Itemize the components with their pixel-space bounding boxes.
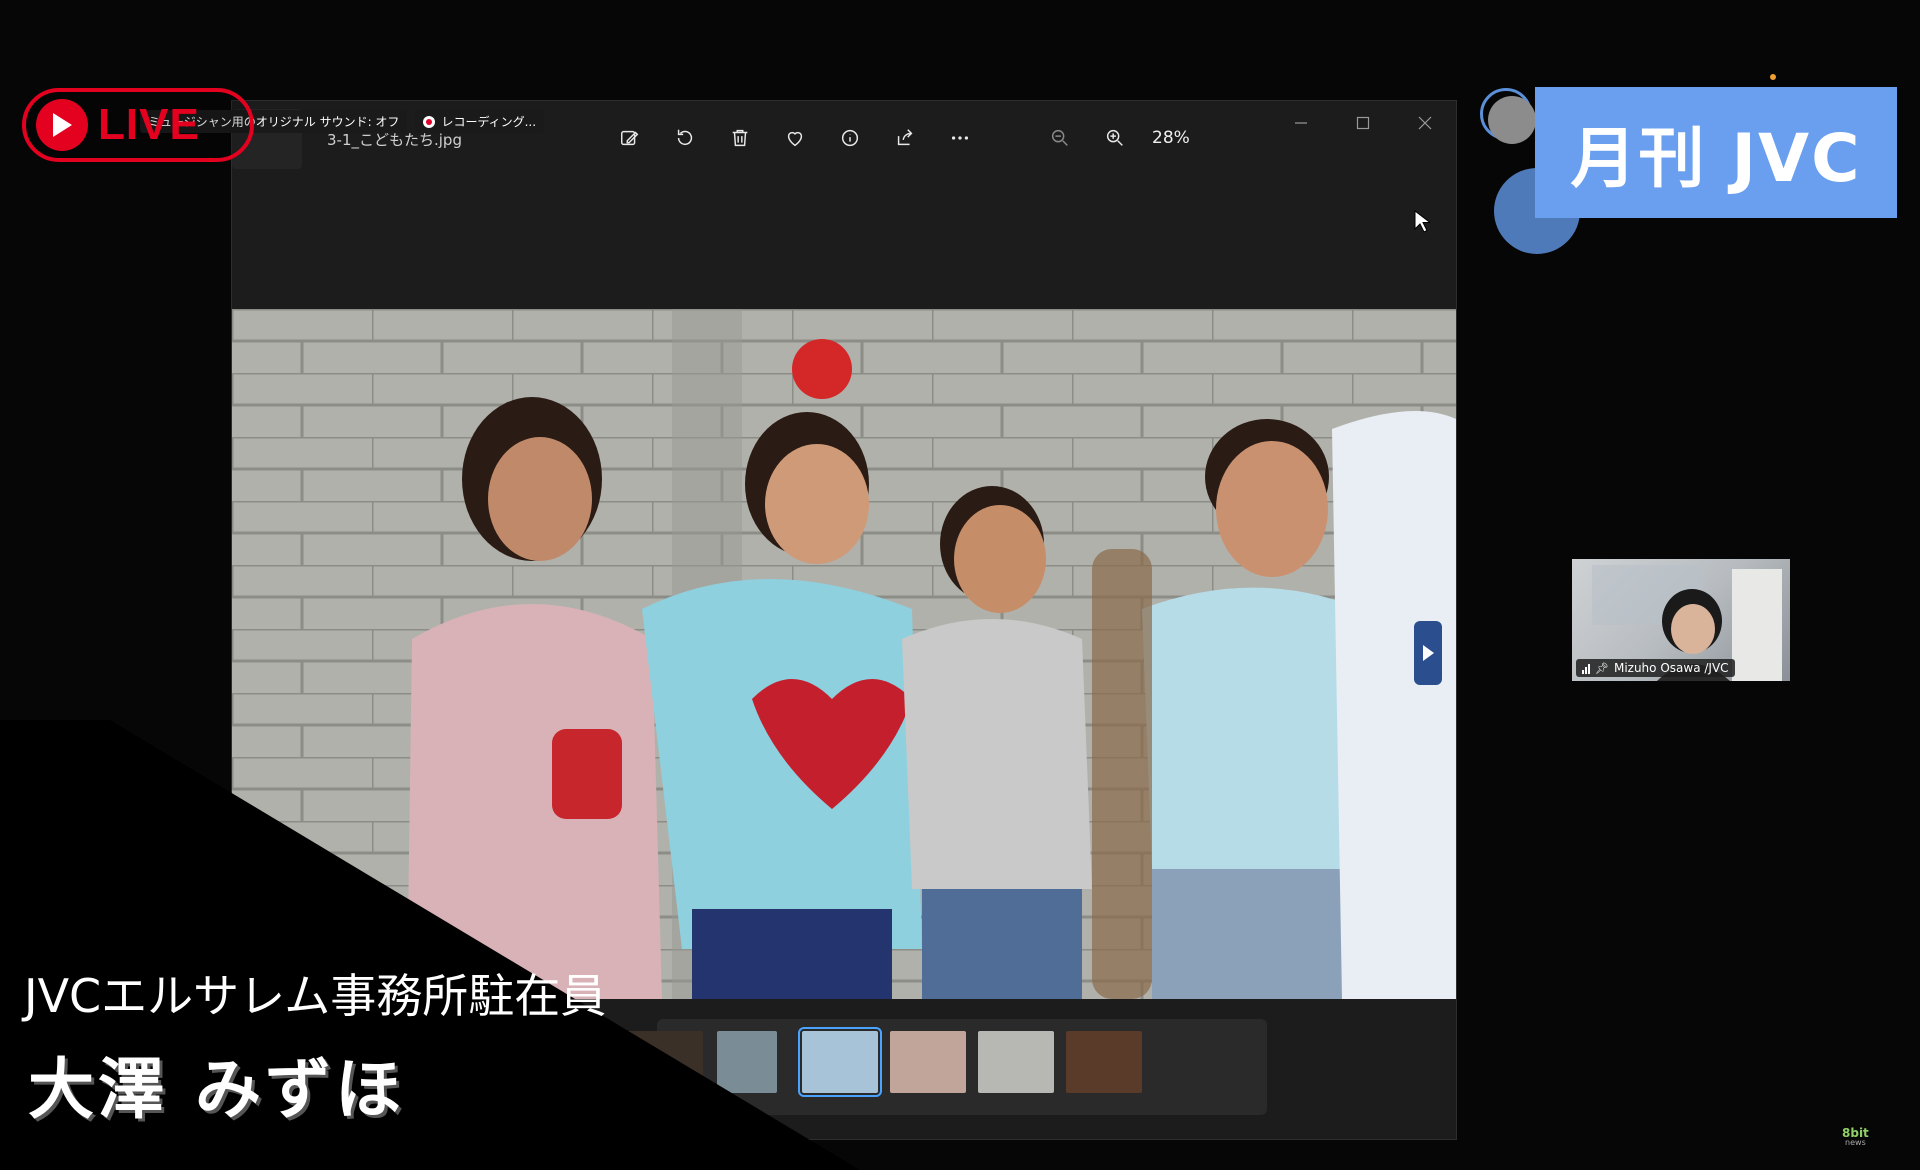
zoom-out-button[interactable] [1032,121,1087,155]
next-photo-button[interactable] [1414,621,1442,685]
edit-image-button[interactable] [602,121,657,155]
rotate-button[interactable] [657,121,712,155]
zoom-in-button[interactable] [1087,121,1142,155]
viewer-tools [602,121,987,155]
live-play-icon [36,99,88,151]
record-icon [423,115,436,128]
participant-video-tile[interactable]: 📌︎ Mizuho Osawa /JVC [1572,559,1790,681]
thumbnail-3[interactable] [717,1031,777,1093]
zoom-level: 28% [1152,128,1190,148]
edit-image-icon [620,130,638,146]
thumbnail-2[interactable] [627,1031,703,1093]
recording-label: レコーディング... [441,115,537,129]
news-watermark: 8bit news [1842,1126,1869,1148]
favorite-button[interactable] [767,121,822,155]
thumbnail-5[interactable] [890,1031,966,1093]
rotate-icon [677,129,692,146]
speaker-role: JVCエルサレム事務所駐在員 [24,969,607,1023]
thumbnail-1[interactable] [537,1031,613,1093]
more-icon [951,136,968,140]
monthly-jvc-banner: 月刊 JVC [1535,87,1897,218]
info-icon [841,129,858,147]
info-button[interactable] [822,121,877,155]
zoom-controls: 28% [1032,121,1190,155]
close-button[interactable] [1394,101,1456,145]
close-icon [1418,116,1432,130]
delete-button[interactable] [712,121,767,155]
stream-frame: 3-1_こどもたち.jpg 28% ミュージシャン用のオリジナル サウンド: オ… [0,0,1920,1170]
thumbnail-4[interactable] [798,1027,882,1097]
signal-strength-icon [1582,663,1590,674]
live-badge: LIVE [22,88,254,162]
decor-bubble-2 [1488,96,1536,144]
zoom-in-icon [1106,129,1123,146]
mouse-cursor-icon [1414,210,1430,233]
children-photo-image [232,309,1456,999]
minimize-icon [1295,122,1307,124]
pin-icon: 📌︎ [1595,661,1609,675]
zoom-out-icon [1051,129,1068,146]
share-icon [897,129,912,146]
live-label: LIVE [98,100,200,149]
watermark-line1: 8bit [1842,1126,1869,1140]
share-button[interactable] [877,121,932,155]
delete-icon [732,129,747,147]
more-button[interactable] [932,121,987,155]
thumbnail-7[interactable] [1066,1031,1142,1093]
speaker-name: 大澤 みずほ [28,1051,405,1128]
maximize-button[interactable] [1332,101,1394,145]
recording-status[interactable]: レコーディング... [415,110,545,133]
participant-name: Mizuho Osawa /JVC [1613,661,1729,675]
maximize-icon [1356,116,1370,130]
play-next-icon [1423,645,1434,661]
minimize-button[interactable] [1270,101,1332,145]
decor-dot [1770,74,1776,80]
watermark-line2: news [1845,1138,1866,1147]
thumbnail-6[interactable] [978,1031,1054,1093]
filmstrip [537,1019,1267,1115]
favorite-icon [787,131,802,147]
banner-title: 月刊 JVC [1570,119,1862,197]
main-photo [232,309,1456,999]
participant-name-tag: 📌︎ Mizuho Osawa /JVC [1576,659,1735,677]
window-controls [1270,101,1456,145]
